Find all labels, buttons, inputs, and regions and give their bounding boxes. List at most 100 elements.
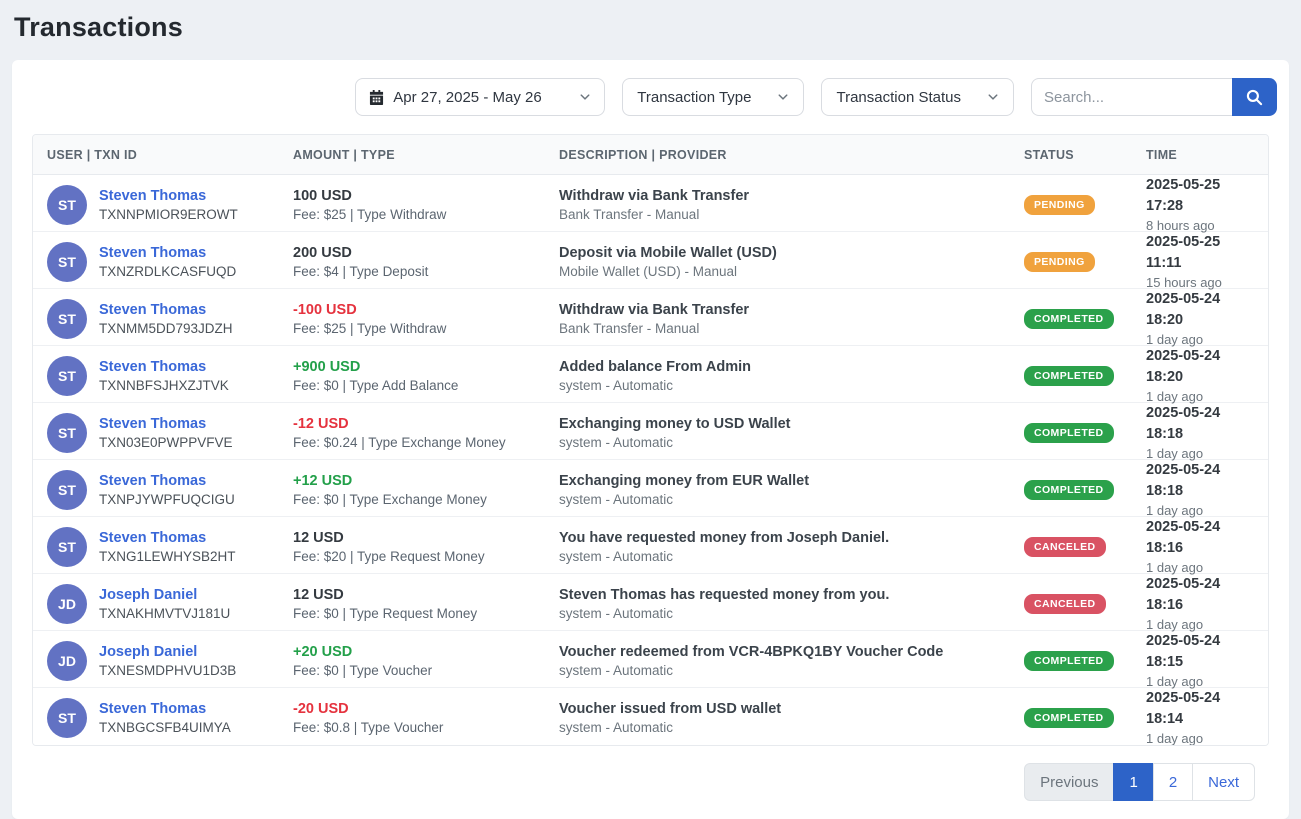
fee-type: Fee: $4 | Type Deposit [293,263,559,282]
provider: system - Automatic [559,434,1024,453]
description-cell: Exchanging money to USD Wallet system - … [559,414,1024,453]
user-cell: ST Steven Thomas TXNPJYWPFUQCIGU [47,470,293,510]
user-cell: JD Joseph Daniel TXNAKHMVTVJ181U [47,584,293,624]
description: You have requested money from Joseph Dan… [559,528,1024,548]
user-cell: ST Steven Thomas TXNBGCSFB4UIMYA [47,698,293,738]
user-name-link[interactable]: Joseph Daniel [99,643,236,663]
description: Withdraw via Bank Transfer [559,300,1024,320]
pagination-page-2[interactable]: 2 [1153,763,1193,801]
avatar: ST [47,299,87,339]
user-name-link[interactable]: Joseph Daniel [99,586,230,606]
table-row: ST Steven Thomas TXNPJYWPFUQCIGU +12 USD… [33,460,1268,517]
table-row: ST Steven Thomas TXNZRDLKCASFUQD 200 USD… [33,232,1268,289]
user-name-link[interactable]: Steven Thomas [99,700,231,720]
avatar: ST [47,470,87,510]
status-cell: COMPLETED [1024,423,1146,443]
user-name-link[interactable]: Steven Thomas [99,472,235,492]
description-cell: Withdraw via Bank Transfer Bank Transfer… [559,300,1024,339]
search-input[interactable] [1031,78,1232,116]
avatar: ST [47,527,87,567]
timestamp: 2025-05-25 17:28 [1146,175,1254,217]
chevron-down-icon [579,91,591,103]
description-cell: Deposit via Mobile Wallet (USD) Mobile W… [559,243,1024,282]
table-header-row: USER | TXN ID AMOUNT | TYPE DESCRIPTION … [33,135,1268,175]
txn-id: TXNG1LEWHYSB2HT [99,548,236,566]
fee-type: Fee: $0 | Type Request Money [293,605,559,624]
txn-id: TXNZRDLKCASFUQD [99,263,236,281]
fee-type: Fee: $0 | Type Voucher [293,662,559,681]
avatar: ST [47,413,87,453]
status-cell: COMPLETED [1024,651,1146,671]
timestamp: 2025-05-24 18:18 [1146,460,1254,502]
status-badge: COMPLETED [1024,708,1114,728]
status-cell: CANCELED [1024,537,1146,557]
description-cell: Steven Thomas has requested money from y… [559,585,1024,624]
date-range-picker[interactable]: Apr 27, 2025 - May 26 [355,78,605,116]
pagination-previous[interactable]: Previous [1024,763,1114,801]
amount: -100 USD [293,300,559,320]
status-badge: COMPLETED [1024,309,1114,329]
timestamp: 2025-05-24 18:20 [1146,289,1254,331]
description-cell: Withdraw via Bank Transfer Bank Transfer… [559,186,1024,225]
status-cell: PENDING [1024,195,1146,215]
amount: 200 USD [293,243,559,263]
amount-cell: +20 USD Fee: $0 | Type Voucher [293,642,559,681]
amount: +12 USD [293,471,559,491]
description: Exchanging money from EUR Wallet [559,471,1024,491]
status-badge: CANCELED [1024,594,1106,614]
user-cell: ST Steven Thomas TXNNPMIOR9EROWT [47,185,293,225]
txn-id: TXNBGCSFB4UIMYA [99,719,231,737]
user-cell: JD Joseph Daniel TXNESMDPHVU1D3B [47,641,293,681]
user-name-link[interactable]: Steven Thomas [99,301,233,321]
chevron-down-icon [777,91,789,103]
status-badge: PENDING [1024,195,1095,215]
pagination-next[interactable]: Next [1192,763,1255,801]
user-name-link[interactable]: Steven Thomas [99,187,238,207]
amount-cell: +12 USD Fee: $0 | Type Exchange Money [293,471,559,510]
col-header-status: STATUS [1024,148,1146,162]
amount-cell: 12 USD Fee: $20 | Type Request Money [293,528,559,567]
user-name-link[interactable]: Steven Thomas [99,358,229,378]
transactions-card: Apr 27, 2025 - May 26 Transaction Type T… [12,60,1289,819]
avatar: ST [47,242,87,282]
user-cell: ST Steven Thomas TXNZRDLKCASFUQD [47,242,293,282]
status-badge: COMPLETED [1024,423,1114,443]
amount: -20 USD [293,699,559,719]
user-cell: ST Steven Thomas TXN03E0PWPPVFVE [47,413,293,453]
table-body: ST Steven Thomas TXNNPMIOR9EROWT 100 USD… [33,175,1268,745]
amount-cell: 12 USD Fee: $0 | Type Request Money [293,585,559,624]
user-cell: ST Steven Thomas TXNMM5DD793JDZH [47,299,293,339]
user-name-link[interactable]: Steven Thomas [99,529,236,549]
user-cell: ST Steven Thomas TXNG1LEWHYSB2HT [47,527,293,567]
time-cell: 2025-05-24 18:20 1 day ago [1146,346,1254,407]
pagination: Previous 1 2 Next [22,763,1255,801]
col-header-time: TIME [1146,148,1254,162]
status-badge: COMPLETED [1024,366,1114,386]
provider: Bank Transfer - Manual [559,206,1024,225]
user-name-link[interactable]: Steven Thomas [99,244,236,264]
description-cell: Voucher issued from USD wallet system - … [559,699,1024,738]
status-cell: CANCELED [1024,594,1146,614]
timestamp: 2025-05-24 18:18 [1146,403,1254,445]
description: Exchanging money to USD Wallet [559,414,1024,434]
transaction-type-label: Transaction Type [637,89,751,106]
table-row: ST Steven Thomas TXNG1LEWHYSB2HT 12 USD … [33,517,1268,574]
provider: system - Automatic [559,491,1024,510]
transaction-type-select[interactable]: Transaction Type [622,78,804,116]
amount: -12 USD [293,414,559,434]
col-header-description-provider: DESCRIPTION | PROVIDER [559,148,1024,162]
chevron-down-icon [987,91,999,103]
description-cell: Added balance From Admin system - Automa… [559,357,1024,396]
table-row: ST Steven Thomas TXNMM5DD793JDZH -100 US… [33,289,1268,346]
txn-id: TXNMM5DD793JDZH [99,320,233,338]
pagination-page-1[interactable]: 1 [1113,763,1153,801]
user-name-link[interactable]: Steven Thomas [99,415,233,435]
amount-cell: 100 USD Fee: $25 | Type Withdraw [293,186,559,225]
txn-id: TXNPJYWPFUQCIGU [99,491,235,509]
search-button[interactable] [1232,78,1277,116]
transaction-status-select[interactable]: Transaction Status [821,78,1014,116]
relative-time: 1 day ago [1146,730,1254,746]
table-row: JD Joseph Daniel TXNESMDPHVU1D3B +20 USD… [33,631,1268,688]
col-header-amount-type: AMOUNT | TYPE [293,148,559,162]
table-row: ST Steven Thomas TXN03E0PWPPVFVE -12 USD… [33,403,1268,460]
